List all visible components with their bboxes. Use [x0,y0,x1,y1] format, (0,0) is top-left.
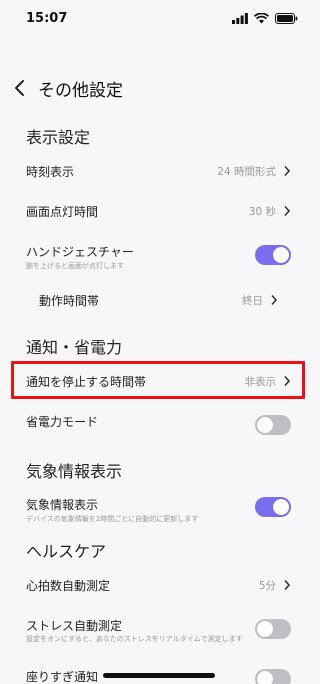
row-label: 心拍数自動測定 [26,579,111,593]
row-power-save: 省電力モード [0,413,316,453]
back-chevron-icon[interactable] [12,78,28,98]
page-title: その他設定 [38,81,123,101]
row-hr-auto[interactable]: 心拍数自動測定 5分 [0,577,316,617]
row-active-hours[interactable]: 動作時間帯 終日 [0,292,316,332]
power-save-toggle[interactable] [255,415,291,435]
home-indicator[interactable] [103,673,215,678]
row-description: 設定をオンにすると、あなたのストレスをリアルタイムで測定します [26,635,243,643]
row-label: 動作時間帯 [39,294,100,308]
row-label: ハンドジェスチャー [26,245,134,259]
row-value: 24 時間形式 [217,166,276,178]
row-value: 5分 [258,580,276,592]
stress-auto-toggle[interactable] [255,619,291,639]
row-label: 時刻表示 [26,165,75,179]
status-time: 15:07 [26,11,68,26]
row-label: ストレス自動測定 [26,619,123,633]
chevron-right-icon [284,579,291,591]
toggle-knob [273,499,289,515]
toggle-knob [257,671,273,684]
toggle-knob [257,621,273,637]
row-hand-gesture: ハンドジェスチャー 腕を上げると画面が点灯します [0,243,316,283]
chevron-right-icon [284,165,291,177]
section-title-weather: 気象情報表示 [26,462,123,481]
row-screen-on-time[interactable]: 画面点灯時間 30 秒 [0,203,316,243]
highlight-box [11,361,305,399]
section-title-display: 表示設定 [26,128,91,147]
status-icons [232,13,298,24]
toggle-knob [273,247,289,263]
sedentary-toggle[interactable] [255,669,291,684]
row-description: 腕を上げると画面が点灯します [26,262,124,270]
battery-icon [275,13,298,24]
status-bar: 15:07 [0,0,316,40]
row-description: デバイスの気象情報を2時間ごとに自動的に更新します [26,515,199,523]
section-title-health: ヘルスケア [26,542,107,561]
hand-gesture-toggle[interactable] [255,245,291,265]
row-time-display[interactable]: 時刻表示 24 時間形式 [0,163,316,203]
toggle-knob [257,417,273,433]
row-value: 30 秒 [248,206,276,218]
row-weather-display: 気象情報表示 デバイスの気象情報を2時間ごとに自動的に更新します [0,496,316,536]
row-stress-auto: ストレス自動測定 設定をオンにすると、あなたのストレスをリアルタイムで測定します [0,617,316,657]
row-label: 省電力モード [26,415,99,429]
row-label: 気象情報表示 [26,498,99,512]
chevron-right-icon [284,205,291,217]
row-value: 終日 [242,295,263,307]
chevron-right-icon [271,294,278,306]
row-label: 画面点灯時間 [26,205,99,219]
page-header: その他設定 [0,72,316,104]
signal-icon [232,13,248,24]
wifi-icon [254,13,269,24]
weather-display-toggle[interactable] [255,497,291,517]
row-label: 座りすぎ通知 [26,670,99,684]
section-title-notify: 通知・省電力 [26,338,123,357]
